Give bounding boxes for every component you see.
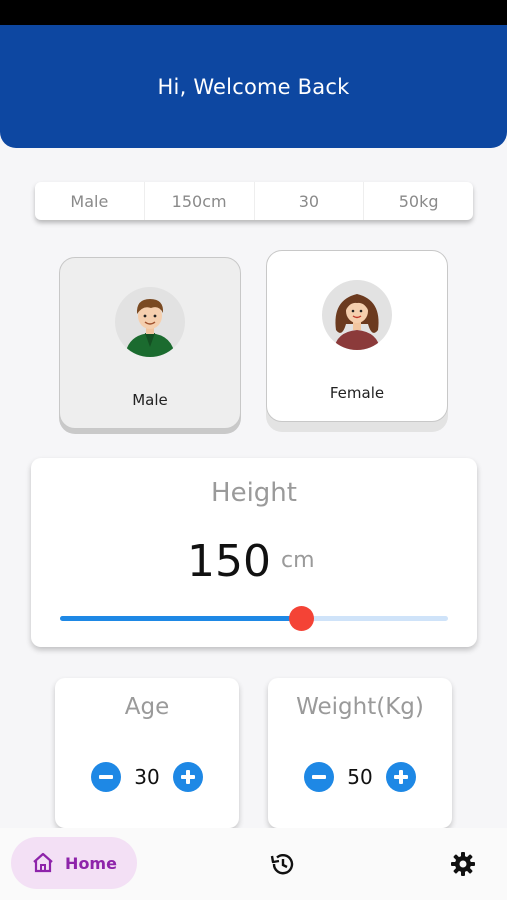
summary-gender: Male (35, 182, 145, 220)
height-slider-thumb[interactable] (288, 606, 314, 631)
home-icon (33, 852, 53, 873)
age-value: 30 (134, 765, 160, 789)
settings-icon[interactable] (449, 850, 477, 878)
weight-card: Weight(Kg) 50 (268, 678, 452, 828)
gender-label-female: Female (329, 384, 385, 402)
female-avatar-icon (322, 280, 392, 350)
height-unit: cm (281, 548, 315, 573)
minus-icon (312, 775, 326, 779)
weight-title: Weight(Kg) (296, 694, 424, 720)
height-value: 150 (187, 536, 271, 587)
age-increment-button[interactable] (173, 762, 203, 792)
nav-home-label: Home (65, 853, 117, 873)
plus-icon-vertical (399, 770, 403, 784)
height-card: Height 150 cm (31, 458, 477, 647)
height-slider-fill (60, 616, 301, 621)
weight-stepper: 50 (268, 762, 452, 792)
summary-age: 30 (255, 182, 365, 220)
gender-label-male: Male (132, 391, 168, 409)
summary-bar: Male 150cm 30 50kg (35, 182, 473, 220)
history-icon[interactable] (268, 850, 296, 878)
welcome-title: Hi, Welcome Back (157, 74, 350, 99)
summary-height: 150cm (145, 182, 255, 220)
minus-icon (99, 775, 113, 779)
plus-icon-vertical (186, 770, 190, 784)
app-header: Hi, Welcome Back (0, 25, 507, 148)
age-stepper: 30 (55, 762, 239, 792)
age-decrement-button[interactable] (91, 762, 121, 792)
summary-weight: 50kg (398, 191, 439, 211)
bottom-navigation: Home (0, 828, 507, 900)
height-title: Height (211, 478, 297, 508)
male-avatar-icon (115, 287, 185, 357)
age-card: Age 30 (55, 678, 239, 828)
weight-increment-button[interactable] (386, 762, 416, 792)
gender-card-male[interactable]: Male (59, 257, 241, 429)
nav-home-button[interactable]: Home (11, 837, 137, 889)
height-slider[interactable] (60, 606, 448, 631)
age-title: Age (124, 694, 170, 720)
weight-decrement-button[interactable] (304, 762, 334, 792)
weight-value: 50 (347, 765, 373, 789)
gender-card-female[interactable]: Female (266, 250, 448, 422)
status-bar (0, 0, 507, 25)
